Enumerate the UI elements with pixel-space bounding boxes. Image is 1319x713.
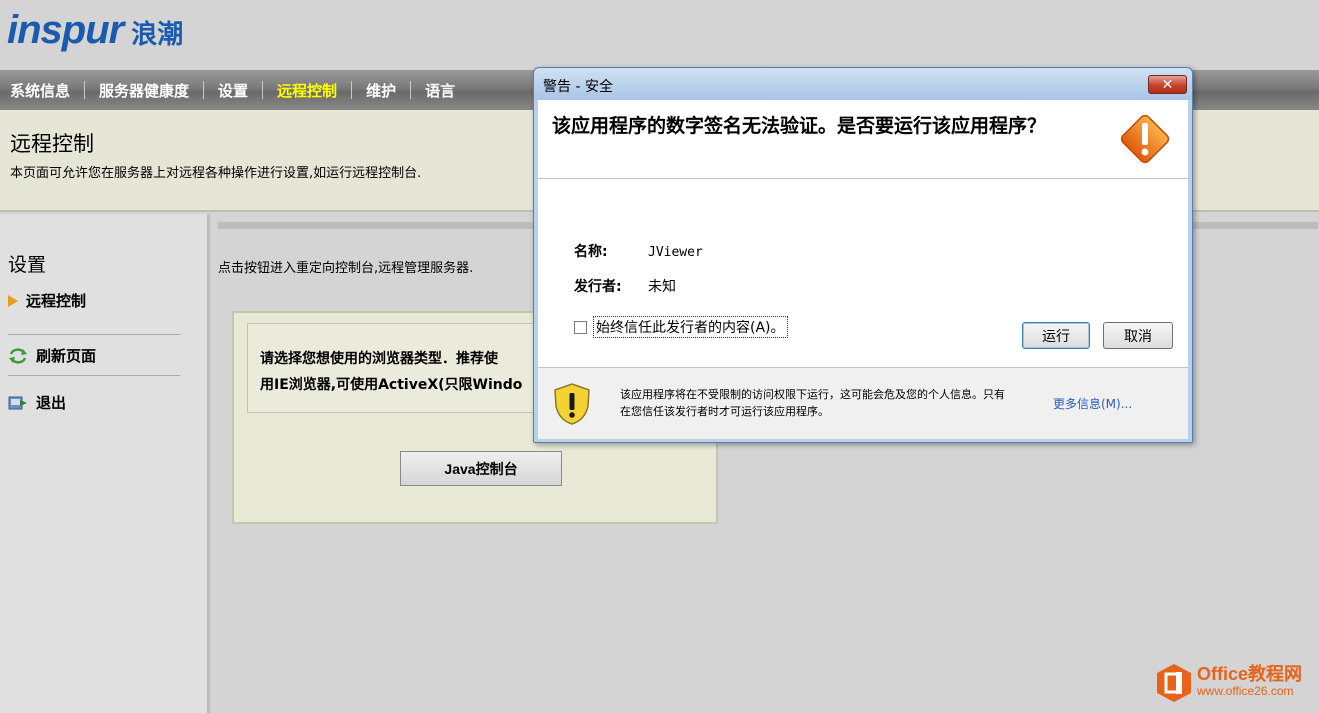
nav-separator [262, 81, 264, 99]
nav-separator [84, 81, 86, 99]
dialog-footer: 该应用程序将在不受限制的访问权限下运行，这可能会危及您的个人信息。只有在您信任该… [538, 367, 1188, 439]
publisher-row: 发行者: 未知 [574, 276, 676, 296]
nav-separator [351, 81, 353, 99]
logo-cn-text: 浪潮 [131, 20, 184, 50]
sidebar-item-refresh[interactable]: 刷新页面 [8, 345, 96, 366]
arrow-right-icon [8, 294, 18, 307]
nav-item-system-info[interactable]: 系统信息 [10, 80, 70, 101]
sidebar-item-label: 远程控制 [26, 292, 87, 310]
nav-item-maintenance[interactable]: 维护 [366, 80, 396, 101]
sidebar-item-logout[interactable]: 退出 [8, 392, 66, 413]
dialog-divider [538, 178, 1188, 179]
sidebar-item-label: 刷新页面 [36, 347, 97, 365]
content-hint: 点击按钮进入重定向控制台,远程管理服务器. [218, 261, 474, 276]
nav-item-server-health[interactable]: 服务器健康度 [99, 80, 189, 101]
sidebar: 设置 远程控制 刷新页面 退出 [0, 214, 210, 713]
nav-separator [410, 81, 412, 99]
dialog-title: 警告 - 安全 [543, 79, 613, 95]
nav-separator [203, 81, 205, 99]
watermark-title: Office教程网 [1197, 664, 1303, 684]
dialog-titlebar[interactable]: 警告 - 安全 ✕ [534, 68, 1192, 100]
brand-logo: inspur 浪潮 [7, 8, 183, 53]
name-label: 名称: [574, 244, 608, 260]
run-button[interactable]: 运行 [1022, 322, 1090, 349]
sidebar-divider [8, 375, 180, 376]
publisher-value: 未知 [648, 279, 676, 295]
name-row: 名称: JViewer [574, 241, 703, 261]
warning-icon [1120, 114, 1170, 164]
dialog-body: 该应用程序的数字签名无法验证。是否要运行该应用程序？ 名称: JViewer 发行… [538, 100, 1188, 439]
watermark: Office教程网 www.office26.com [1155, 663, 1302, 703]
name-value: JViewer [648, 245, 703, 260]
nav-item-language[interactable]: 语言 [425, 80, 455, 101]
trust-publisher-row: 始终信任此发行者的内容(A)。 [574, 316, 788, 338]
trust-publisher-label[interactable]: 始终信任此发行者的内容(A)。 [593, 316, 788, 338]
security-warning-dialog: 警告 - 安全 ✕ 该应用程序的数字签名无法验证。是否要运行该应用程序？ 名称:… [533, 67, 1193, 443]
sidebar-item-label: 退出 [36, 394, 67, 412]
more-info-link[interactable]: 更多信息(M)... [1053, 395, 1132, 412]
nav-item-remote-control[interactable]: 远程控制 [277, 80, 337, 101]
dialog-headline: 该应用程序的数字签名无法验证。是否要运行该应用程序？ [552, 115, 1047, 137]
shield-warning-icon [554, 383, 590, 425]
footer-message: 该应用程序将在不受限制的访问权限下运行，这可能会危及您的个人信息。只有在您信任该… [620, 388, 1005, 418]
nav-item-settings[interactable]: 设置 [218, 80, 248, 101]
trust-publisher-checkbox[interactable] [574, 320, 587, 334]
sidebar-item-remote-control[interactable]: 远程控制 [8, 290, 86, 311]
java-console-button[interactable]: Java控制台 [400, 451, 562, 486]
cancel-button[interactable]: 取消 [1103, 322, 1173, 349]
watermark-url: www.office26.com [1197, 684, 1294, 698]
close-button[interactable]: ✕ [1148, 75, 1187, 94]
close-icon: ✕ [1161, 76, 1174, 93]
logo-text: inspur [7, 8, 124, 52]
sidebar-section-title: 设置 [8, 254, 47, 276]
refresh-icon [9, 347, 27, 364]
sidebar-divider [8, 334, 180, 335]
logout-icon [8, 396, 27, 409]
publisher-label: 发行者: [574, 279, 622, 295]
office-logo-icon [1157, 664, 1191, 702]
